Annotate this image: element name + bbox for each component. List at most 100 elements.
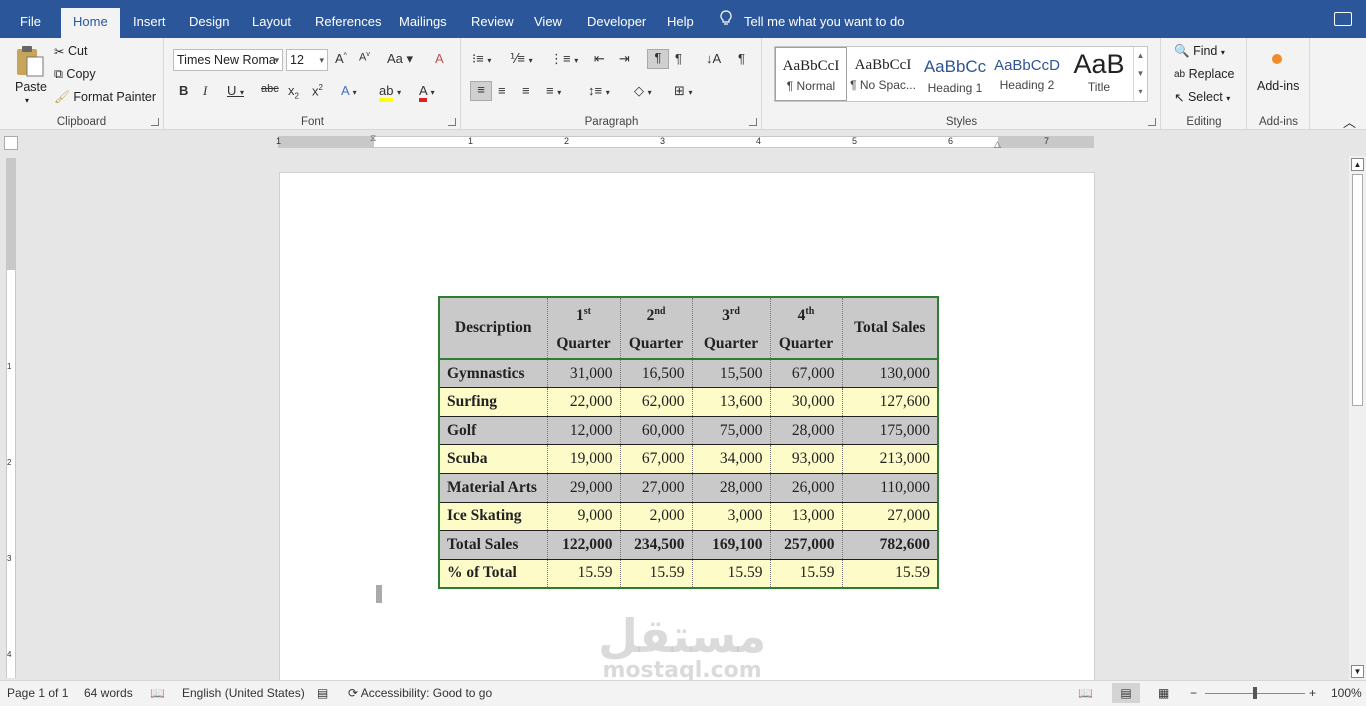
shrink-font-icon[interactable]: Av: [359, 51, 370, 64]
tab-view[interactable]: View: [534, 8, 562, 38]
tab-references[interactable]: References: [315, 8, 381, 38]
style-preview: AaBbCcI: [854, 57, 912, 73]
italic-icon[interactable]: I: [203, 83, 207, 99]
collapse-ribbon-icon[interactable]: ︿: [1343, 112, 1356, 131]
style-heading-2[interactable]: AaBbCcD Heading 2: [991, 47, 1063, 101]
multilevel-list-icon[interactable]: ⋮≡ ▾: [550, 51, 578, 67]
language[interactable]: English (United States): [182, 686, 305, 700]
select-button[interactable]: ↖ Select ▾: [1174, 90, 1230, 105]
clear-formatting-icon[interactable]: A: [435, 51, 444, 66]
numbering-icon[interactable]: ⅟≡ ▾: [510, 51, 533, 67]
borders-icon[interactable]: ⊞ ▾: [674, 83, 693, 99]
font-size-combo[interactable]: 12 ▾: [286, 49, 328, 71]
bold-icon[interactable]: B: [179, 83, 188, 98]
tab-mailings[interactable]: Mailings: [399, 8, 447, 38]
quarter-word: Quarter: [628, 335, 684, 353]
text-effects-icon[interactable]: A ▾: [341, 83, 357, 98]
editing-group: 🔍 Find ▾ ab Replace ↖ Select ▾ Editing: [1162, 38, 1247, 130]
copy-button[interactable]: ⧉ Copy: [54, 67, 96, 82]
indent-marker[interactable]: ⧖: [370, 133, 376, 144]
zoom-slider-thumb[interactable]: [1253, 687, 1257, 699]
tab-home[interactable]: Home: [61, 8, 120, 38]
tab-layout[interactable]: Layout: [252, 8, 291, 38]
highlight-icon[interactable]: ab ▾: [379, 83, 401, 102]
right-indent-marker[interactable]: △: [994, 139, 1001, 150]
change-case-icon[interactable]: Aa ▾: [387, 51, 413, 67]
format-painter-button[interactable]: 🖌 Format Painter: [54, 90, 156, 105]
tab-selector[interactable]: [4, 136, 18, 150]
watermark-logo: مستقل mostaql.com: [598, 612, 766, 682]
show-formatting-icon[interactable]: ¶: [738, 51, 745, 66]
cut-label: Cut: [67, 44, 88, 58]
top-margin-area: [7, 158, 15, 270]
find-label: Find: [1193, 44, 1218, 58]
tab-review[interactable]: Review: [471, 8, 514, 38]
paragraph-dialog-launcher[interactable]: [749, 118, 757, 126]
superscript-icon[interactable]: x2: [312, 83, 323, 98]
horizontal-ruler[interactable]: 1 1 2 3 4 5 6 7 ⧖ △: [276, 133, 1094, 150]
font-dialog-launcher[interactable]: [448, 118, 456, 126]
line-spacing-icon[interactable]: ↕≡ ▾: [588, 83, 610, 98]
tab-design[interactable]: Design: [189, 8, 229, 38]
zoom-in-icon[interactable]: +: [1309, 686, 1316, 700]
justify-icon[interactable]: ≡ ▾: [546, 83, 561, 98]
grow-font-icon[interactable]: A^: [335, 51, 347, 66]
bullets-icon[interactable]: ⁝≡ ▾: [472, 51, 491, 67]
vertical-ruler[interactable]: 1 2 3 4: [6, 158, 16, 678]
find-button[interactable]: 🔍 Find ▾: [1174, 44, 1225, 59]
rtl-direction-icon[interactable]: ¶: [675, 51, 682, 66]
web-layout-icon[interactable]: ▦: [1158, 686, 1169, 700]
accessibility-icon: ⟳: [348, 686, 359, 700]
comments-icon[interactable]: [1334, 12, 1352, 26]
paste-button[interactable]: Paste ▾: [12, 44, 47, 105]
font-color-icon[interactable]: A ▾: [419, 83, 435, 102]
tab-developer[interactable]: Developer: [587, 8, 646, 38]
table-header-row: Description 1st Quarter 2nd Quarter 3rd …: [438, 297, 939, 361]
shading-icon[interactable]: ◇ ▾: [634, 83, 652, 99]
font-name-combo[interactable]: Times New Roma ▾: [173, 49, 283, 71]
addins-button[interactable]: Add-ins: [1257, 79, 1299, 93]
proofing-icon[interactable]: 📖: [150, 686, 165, 700]
tab-insert[interactable]: Insert: [133, 8, 166, 38]
styles-gallery-scroll[interactable]: ▲ ▼ ▾: [1133, 47, 1147, 101]
page-count[interactable]: Page 1 of 1: [7, 686, 68, 700]
table-cell-value: 12,000: [546, 416, 621, 446]
style-title[interactable]: AaB Title: [1063, 47, 1135, 101]
replace-button[interactable]: ab Replace: [1174, 67, 1234, 81]
cut-button[interactable]: ✂ Cut: [54, 44, 87, 59]
style-normal[interactable]: AaBbCcI ¶ Normal: [775, 47, 847, 101]
align-left-icon[interactable]: ≡: [470, 81, 492, 101]
strikethrough-icon[interactable]: abc: [261, 83, 279, 95]
align-center-icon[interactable]: ≡: [498, 83, 506, 98]
increase-indent-icon[interactable]: ⇥: [619, 51, 630, 67]
decrease-indent-icon[interactable]: ⇤: [594, 51, 605, 67]
subscript-icon[interactable]: x2: [288, 83, 299, 101]
text-cursor-paragraph[interactable]: [376, 585, 382, 603]
word-count[interactable]: 64 words: [84, 686, 133, 700]
read-mode-icon[interactable]: 📖: [1078, 686, 1093, 700]
style-heading-1[interactable]: AaBbCc Heading 1: [919, 47, 991, 101]
copy-label: Copy: [66, 67, 96, 81]
align-right-icon[interactable]: ≡: [522, 83, 530, 98]
accessibility-status[interactable]: ⟳ Accessibility: Good to go: [348, 686, 492, 700]
tell-me-search[interactable]: Tell me what you want to do: [720, 8, 904, 38]
tab-help[interactable]: Help: [667, 8, 694, 38]
vertical-scrollbar[interactable]: ▲ ▼: [1349, 156, 1366, 680]
macro-icon[interactable]: ▤: [317, 686, 328, 700]
style-no-spacing[interactable]: AaBbCcI ¶ No Spac...: [847, 47, 919, 101]
zoom-out-icon[interactable]: −: [1190, 686, 1197, 700]
styles-dialog-launcher[interactable]: [1148, 118, 1156, 126]
scroll-thumb[interactable]: [1352, 174, 1363, 406]
scroll-down-icon[interactable]: ▼: [1351, 665, 1364, 678]
scroll-up-icon[interactable]: ▲: [1351, 158, 1364, 171]
table-cell-value: 110,000: [841, 473, 939, 503]
sort-icon[interactable]: ↓A: [706, 51, 721, 66]
paste-dropdown-icon[interactable]: ▾: [25, 96, 29, 105]
underline-icon[interactable]: U ▾: [227, 83, 244, 98]
ltr-direction-icon[interactable]: ¶: [647, 49, 669, 69]
print-layout-icon[interactable]: ▤: [1112, 683, 1140, 703]
tab-file[interactable]: File: [20, 8, 41, 38]
header-description: Description: [438, 297, 548, 361]
zoom-level[interactable]: 100%: [1331, 686, 1362, 700]
clipboard-dialog-launcher[interactable]: [151, 118, 159, 126]
